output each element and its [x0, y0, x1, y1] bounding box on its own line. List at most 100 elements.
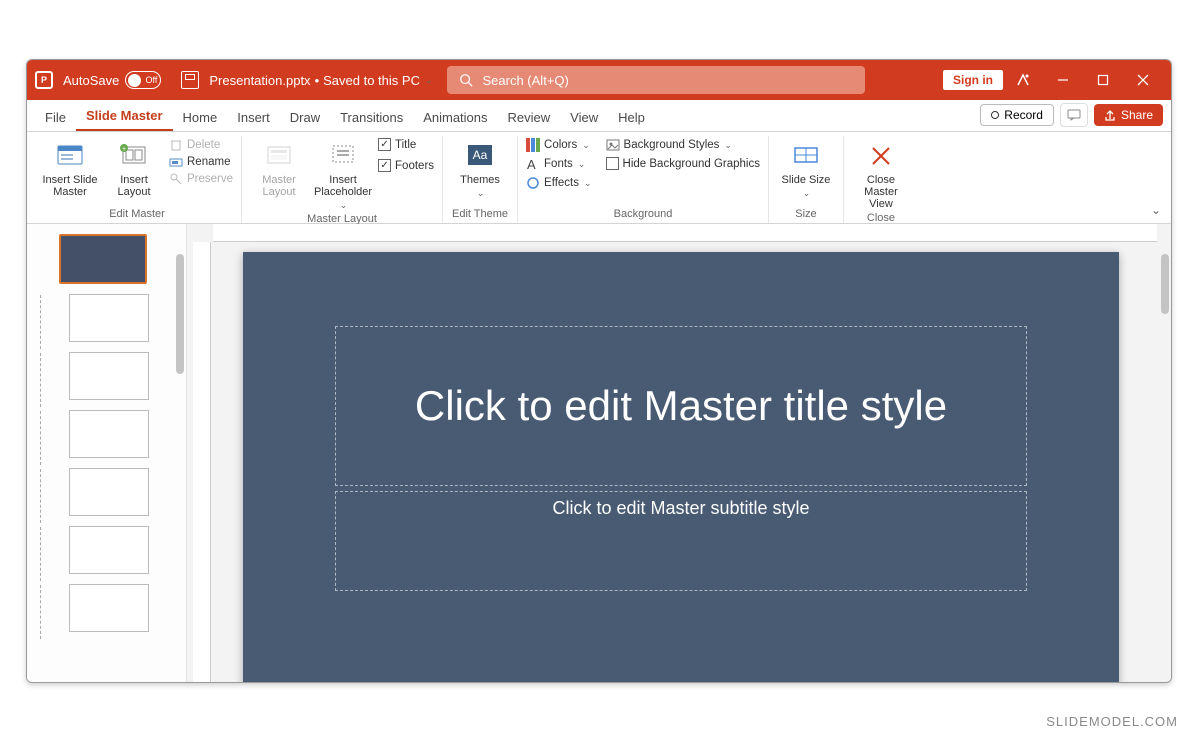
app-icon: P: [35, 71, 53, 89]
close-master-view-button[interactable]: Close Master View: [852, 138, 910, 210]
tab-view[interactable]: View: [560, 104, 608, 131]
horizontal-ruler: [213, 224, 1157, 242]
group-label: Background: [526, 206, 760, 223]
insert-placeholder-icon: [327, 140, 359, 172]
effects-icon: [526, 176, 540, 190]
layout-thumbnail[interactable]: [69, 294, 149, 342]
slide-master-canvas[interactable]: Click to edit Master title style Click t…: [243, 252, 1119, 682]
bg-styles-button[interactable]: Background Styles⌄: [606, 138, 760, 152]
chevron-down-icon: ⌄: [724, 140, 732, 151]
fonts-button[interactable]: AFonts⌄: [526, 157, 592, 171]
tab-review[interactable]: Review: [498, 104, 561, 131]
editor-area: Click to edit Master title style Click t…: [27, 224, 1171, 682]
search-icon: [459, 73, 473, 87]
insert-layout-icon: +: [118, 140, 150, 172]
tab-animations[interactable]: Animations: [413, 104, 497, 131]
tab-home[interactable]: Home: [173, 104, 228, 131]
group-edit-master: Insert Slide Master + Insert Layout Dele…: [33, 136, 242, 223]
collapse-ribbon-button[interactable]: ⌄: [1151, 203, 1161, 217]
slide-canvas-area: Click to edit Master title style Click t…: [187, 224, 1171, 682]
tab-insert[interactable]: Insert: [227, 104, 280, 131]
master-thumbnail[interactable]: [59, 234, 147, 284]
close-button[interactable]: [1123, 60, 1163, 100]
effects-button[interactable]: Effects⌄: [526, 176, 592, 190]
insert-slide-master-button[interactable]: Insert Slide Master: [41, 138, 99, 198]
group-background: Colors⌄ AFonts⌄ Effects⌄ Background Styl…: [518, 136, 769, 223]
tab-help[interactable]: Help: [608, 104, 655, 131]
tab-draw[interactable]: Draw: [280, 104, 330, 131]
group-label: Edit Master: [41, 206, 233, 223]
subtitle-placeholder[interactable]: Click to edit Master subtitle style: [335, 491, 1027, 591]
footers-checkbox[interactable]: ✓Footers: [378, 159, 434, 172]
insert-placeholder-button[interactable]: Insert Placeholder⌄: [314, 138, 372, 211]
fonts-icon: A: [526, 157, 540, 171]
vertical-ruler: [193, 242, 211, 682]
signin-button[interactable]: Sign in: [943, 70, 1003, 90]
record-button[interactable]: Record: [980, 104, 1054, 126]
titlebar: P AutoSave Off Presentation.pptx • Saved…: [27, 60, 1171, 100]
title-text: Click to edit Master title style: [415, 382, 947, 430]
preserve-button: Preserve: [169, 172, 233, 186]
doc-status: Saved to this PC: [323, 73, 420, 88]
ribbon: Insert Slide Master + Insert Layout Dele…: [27, 132, 1171, 224]
doc-name: Presentation.pptx: [209, 73, 310, 88]
toggle-switch[interactable]: Off: [125, 71, 161, 89]
thumbnails-scrollbar[interactable]: [176, 254, 184, 374]
save-icon[interactable]: [181, 71, 199, 89]
chevron-down-icon: ⌄: [803, 188, 811, 199]
record-icon: [991, 111, 999, 119]
hide-bg-checkbox[interactable]: ✓Hide Background Graphics: [606, 157, 760, 170]
title-checkbox[interactable]: ✓Title: [378, 138, 434, 151]
delete-icon: [169, 138, 183, 152]
group-size: Slide Size⌄ Size: [769, 136, 844, 223]
autosave-toggle[interactable]: AutoSave Off: [63, 71, 161, 89]
chevron-down-icon: ⌄: [340, 200, 348, 211]
coming-soon-icon[interactable]: [1003, 60, 1043, 100]
svg-text:+: +: [122, 146, 126, 153]
preserve-icon: [169, 172, 183, 186]
layout-thumbnail[interactable]: [69, 584, 149, 632]
layout-thumbnail[interactable]: [69, 410, 149, 458]
share-button[interactable]: Share: [1094, 104, 1163, 126]
search-input[interactable]: Search (Alt+Q): [447, 66, 865, 94]
app-window: P AutoSave Off Presentation.pptx • Saved…: [26, 59, 1172, 683]
layout-thumbnail[interactable]: [69, 468, 149, 516]
slide-size-button[interactable]: Slide Size⌄: [777, 138, 835, 199]
rename-icon: [169, 155, 183, 169]
themes-button[interactable]: Aa Themes⌄: [451, 138, 509, 199]
chevron-down-icon: ⌄: [584, 178, 592, 189]
slide-size-icon: [790, 140, 822, 172]
colors-button[interactable]: Colors⌄: [526, 138, 592, 152]
comments-button[interactable]: [1060, 103, 1088, 127]
search-placeholder: Search (Alt+Q): [483, 73, 569, 88]
master-layout-icon: [263, 140, 295, 172]
canvas-scrollbar[interactable]: [1161, 254, 1169, 314]
ribbon-tabs: File Slide Master Home Insert Draw Trans…: [27, 100, 1171, 132]
tab-transitions[interactable]: Transitions: [330, 104, 413, 131]
rename-button[interactable]: Rename: [169, 155, 233, 169]
master-layout-button: Master Layout: [250, 138, 308, 198]
watermark: SLIDEMODEL.COM: [1046, 714, 1178, 729]
autosave-label: AutoSave: [63, 73, 119, 88]
tab-file[interactable]: File: [35, 104, 76, 131]
slide-thumbnails-pane[interactable]: [27, 224, 187, 682]
group-close: Close Master View Close: [844, 136, 918, 223]
comment-icon: [1067, 109, 1081, 121]
title-placeholder[interactable]: Click to edit Master title style: [335, 326, 1027, 486]
svg-text:Aa: Aa: [473, 148, 488, 162]
group-master-layout: Master Layout Insert Placeholder⌄ ✓Title…: [242, 136, 443, 223]
document-title[interactable]: Presentation.pptx • Saved to this PC ⌄: [209, 73, 432, 88]
insert-layout-button[interactable]: + Insert Layout: [105, 138, 163, 198]
layout-thumbnail[interactable]: [69, 352, 149, 400]
autosave-state: Off: [146, 75, 158, 85]
colors-icon: [526, 138, 540, 152]
maximize-button[interactable]: [1083, 60, 1123, 100]
tab-slide-master[interactable]: Slide Master: [76, 102, 173, 131]
chevron-down-icon: ⌄: [477, 188, 485, 199]
layout-thumbnail[interactable]: [69, 526, 149, 574]
delete-button: Delete: [169, 138, 233, 152]
bg-styles-icon: [606, 138, 620, 152]
minimize-button[interactable]: [1043, 60, 1083, 100]
themes-icon: Aa: [464, 140, 496, 172]
chevron-down-icon: ⌄: [578, 159, 586, 170]
